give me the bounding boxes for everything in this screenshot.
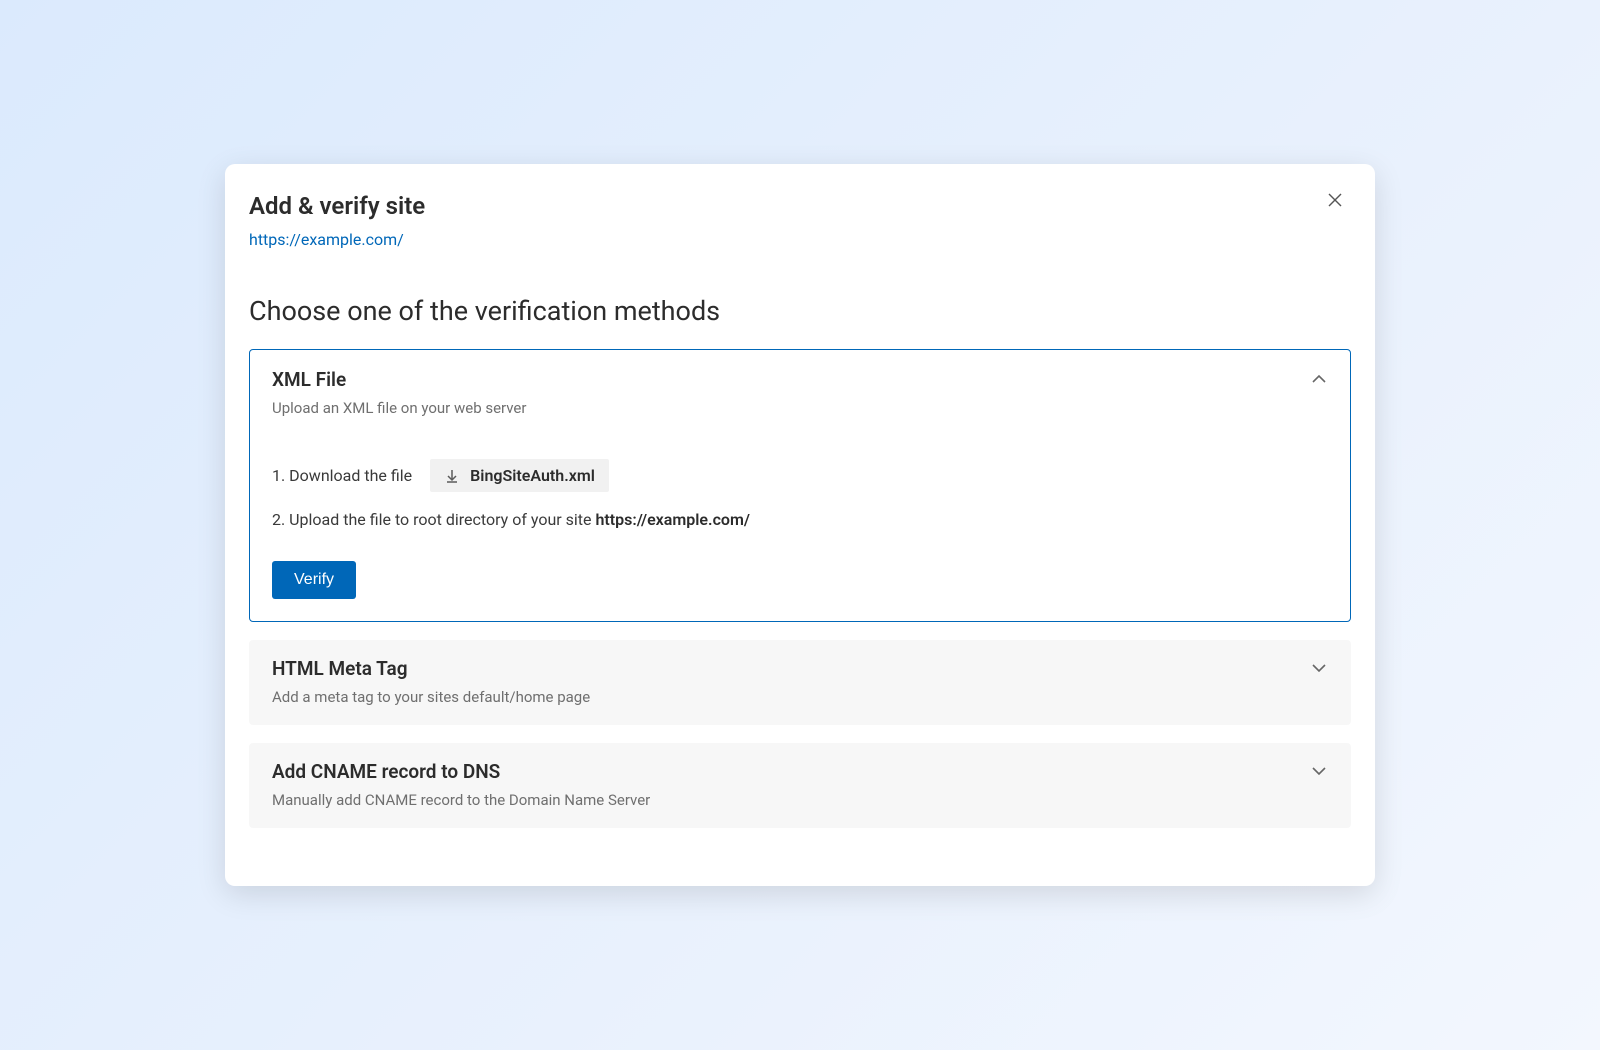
method-cname-header[interactable]: Add CNAME record to DNS Manually add CNA… bbox=[250, 744, 1350, 827]
xml-step-2: 2. Upload the file to root directory of … bbox=[272, 510, 1328, 529]
verify-button[interactable]: Verify bbox=[272, 561, 356, 599]
method-meta-desc: Add a meta tag to your sites default/hom… bbox=[272, 688, 590, 706]
download-file-button[interactable]: BingSiteAuth.xml bbox=[430, 459, 609, 492]
site-url-link[interactable]: https://example.com/ bbox=[249, 230, 404, 249]
xml-step-1: 1. Download the file BingSiteAuth.xml bbox=[272, 459, 1328, 492]
method-xml-header[interactable]: XML File Upload an XML file on your web … bbox=[250, 350, 1350, 433]
method-xml-file: XML File Upload an XML file on your web … bbox=[249, 349, 1351, 622]
chevron-down-icon bbox=[1310, 762, 1328, 784]
dialog-title: Add & verify site bbox=[249, 192, 1351, 220]
xml-step2-text: 2. Upload the file to root directory of … bbox=[272, 510, 595, 529]
chevron-down-icon bbox=[1310, 659, 1328, 681]
dialog-subtitle: Choose one of the verification methods bbox=[249, 295, 1351, 327]
verification-methods: XML File Upload an XML file on your web … bbox=[249, 349, 1351, 828]
method-cname-desc: Manually add CNAME record to the Domain … bbox=[272, 791, 650, 809]
method-cname: Add CNAME record to DNS Manually add CNA… bbox=[249, 743, 1351, 828]
method-xml-title: XML File bbox=[272, 368, 526, 391]
method-cname-title: Add CNAME record to DNS bbox=[272, 760, 650, 783]
xml-step1-label: 1. Download the file bbox=[272, 466, 412, 485]
method-xml-body: 1. Download the file BingSiteAuth.xml 2.… bbox=[250, 433, 1350, 621]
chevron-up-icon bbox=[1310, 370, 1328, 392]
download-file-name: BingSiteAuth.xml bbox=[470, 466, 595, 485]
close-button[interactable] bbox=[1321, 186, 1349, 214]
method-meta-title: HTML Meta Tag bbox=[272, 657, 590, 680]
method-xml-desc: Upload an XML file on your web server bbox=[272, 399, 526, 417]
xml-step2-url: https://example.com/ bbox=[595, 510, 749, 529]
method-html-meta: HTML Meta Tag Add a meta tag to your sit… bbox=[249, 640, 1351, 725]
verify-site-dialog: Add & verify site https://example.com/ C… bbox=[225, 164, 1375, 886]
download-icon bbox=[444, 468, 460, 484]
close-icon bbox=[1327, 192, 1343, 208]
method-meta-header[interactable]: HTML Meta Tag Add a meta tag to your sit… bbox=[250, 641, 1350, 724]
